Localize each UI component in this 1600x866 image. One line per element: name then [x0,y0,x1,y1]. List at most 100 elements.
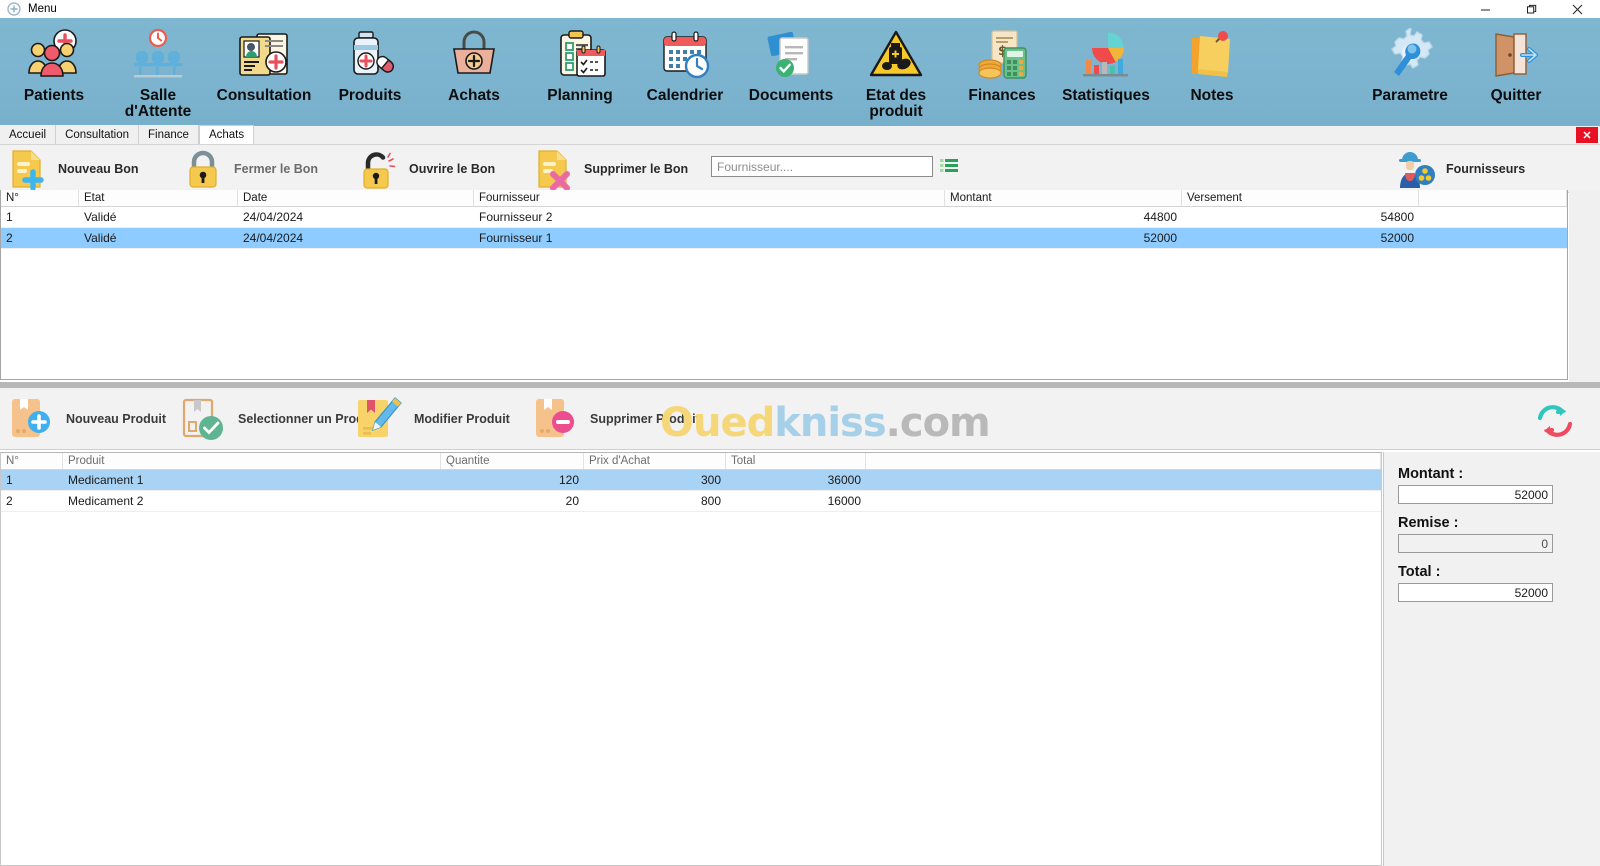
ribbon-item-quitter[interactable]: Quitter [1470,18,1562,126]
ribbon-label: Achats [448,87,500,104]
column-header-montant[interactable]: Montant [945,190,1182,206]
minimize-button[interactable] [1462,0,1508,18]
ribbon-item-planning[interactable]: Planning [528,18,632,126]
table-row[interactable]: 2 Medicament 2 20 800 16000 [1,491,1381,512]
ribbon-item-consultation[interactable]: Consultation [204,18,324,126]
cell-blank [1419,228,1567,248]
ribbon-item-patients[interactable]: Patients [4,18,104,126]
supprimer-produit-button[interactable]: Supprimer Produit [528,388,700,450]
ribbon-item-finances[interactable]: $ Finances [952,18,1052,126]
close-tab-button[interactable]: ✕ [1576,127,1598,143]
cell-blank [866,491,1381,511]
ribbon-label: Salle d'Attente [124,87,192,120]
maximize-button[interactable] [1508,0,1554,18]
ribbon-item-statistiques[interactable]: Statistiques [1050,18,1162,126]
cell-versement: 54800 [1380,210,1414,224]
column-header-blank[interactable] [1419,190,1567,206]
delete-document-icon [530,147,576,191]
button-label: Nouveau Produit [66,412,167,426]
fermer-bon-button[interactable]: Fermer le Bon [180,145,318,193]
cell-produit: Medicament 2 [68,494,144,508]
tab-consultation[interactable]: Consultation [56,125,140,144]
cell-blank [1419,207,1567,227]
ouvrir-bon-button[interactable]: Ouvrire le Bon [355,145,495,193]
selectionner-produit-button[interactable]: Selectionner un Produit [176,388,379,450]
column-header-versement[interactable]: Versement [1182,190,1419,206]
exit-icon [1488,24,1544,86]
column-header-etat[interactable]: Etat [79,190,238,206]
ribbon-item-salle-attente[interactable]: Salle d'Attente [108,18,208,126]
column-header-quantite[interactable]: Quantite [441,453,584,469]
tab-accueil[interactable]: Accueil [0,125,57,144]
cell-produit: Medicament 1 [68,473,144,487]
cell-prix-achat: 800 [700,494,721,508]
ribbon-label: Statistiques [1062,87,1150,104]
button-label: Fermer le Bon [234,162,319,176]
column-header-numero[interactable]: N° [1,190,79,206]
cell-versement: 52000 [1380,231,1414,245]
ribbon-label: Finances [968,87,1036,104]
cell-date: 24/04/2024 [243,210,304,224]
cell-blank [866,470,1381,490]
ribbon-label: Quitter [1490,87,1542,104]
ribbon-item-documents[interactable]: Documents [738,18,844,126]
ribbon-label: Calendrier [646,87,724,104]
column-header-prix-achat[interactable]: Prix d'Achat [584,453,726,469]
table-row[interactable]: 1 Medicament 1 120 300 36000 [1,470,1381,491]
supplier-worker-icon [1392,147,1438,191]
remise-field[interactable] [1398,534,1553,553]
montant-field[interactable] [1398,485,1553,504]
button-label: Fournisseurs [1446,162,1526,176]
produits-grid[interactable]: N° Produit Quantite Prix d'Achat Total 1… [0,452,1382,866]
fournisseurs-button[interactable]: Fournisseurs [1392,145,1525,193]
nouveau-produit-button[interactable]: Nouveau Produit [4,388,166,450]
nouveau-bon-button[interactable]: Nouveau Bon [4,145,139,193]
ribbon-item-parametre[interactable]: Parametre [1356,18,1464,126]
cell-numero: 2 [6,231,13,245]
column-header-produit[interactable]: Produit [63,453,441,469]
waiting-room-icon [130,24,186,86]
ribbon-item-etat-produit[interactable]: Etat des produit [846,18,946,126]
refresh-icon[interactable] [1534,404,1576,443]
produits-grid-header: N° Produit Quantite Prix d'Achat Total [1,453,1381,470]
bons-grid[interactable]: N° Etat Date Fournisseur Montant Verseme… [0,190,1568,380]
cell-total: 36000 [827,473,861,487]
list-view-icon[interactable] [940,158,958,174]
supprimer-bon-button[interactable]: Supprimer le Bon [530,145,688,193]
column-header-date[interactable]: Date [238,190,474,206]
montant-label: Montant : [1398,466,1464,482]
ribbon-label: Patients [23,87,85,104]
button-label: Modifier Produit [414,412,510,426]
cell-date: 24/04/2024 [243,231,304,245]
modifier-produit-button[interactable]: Modifier Produit [352,388,510,450]
total-field[interactable] [1398,583,1553,602]
column-header-numero[interactable]: N° [1,453,63,469]
tab-finance[interactable]: Finance [139,125,199,144]
table-row[interactable]: 2 Validé 24/04/2024 Fournisseur 1 52000 … [1,228,1567,249]
fournisseur-search-input[interactable] [711,156,933,177]
close-button[interactable] [1554,0,1600,18]
ribbon-item-notes[interactable]: Notes [1166,18,1258,126]
ribbon-item-produits[interactable]: Produits [320,18,420,126]
tab-label: Consultation [65,128,130,141]
column-header-fournisseur[interactable]: Fournisseur [474,190,945,206]
tab-label: Achats [208,129,245,141]
ribbon-label: Etat des produit [865,87,927,120]
ribbon-item-calendrier[interactable]: Calendrier [630,18,740,126]
cell-quantite: 20 [565,494,579,508]
documents-icon [763,24,819,86]
lock-closed-icon [180,147,226,191]
window-title: Menu [28,3,57,15]
calendar-icon [657,24,713,86]
column-header-blank[interactable] [866,453,1381,469]
grid-right-filler [1569,190,1600,382]
product-state-icon [868,24,924,86]
tab-achats[interactable]: Achats [198,125,255,144]
main-navigation-ribbon: Patients Salle d'Attente Consultation Pr… [0,18,1600,126]
new-document-icon [4,147,50,191]
table-row[interactable]: 1 Validé 24/04/2024 Fournisseur 2 44800 … [1,207,1567,228]
ribbon-item-achats[interactable]: Achats [424,18,524,126]
column-header-total[interactable]: Total [726,453,866,469]
total-label: Total : [1398,564,1441,580]
ribbon-label: Consultation [216,87,312,104]
